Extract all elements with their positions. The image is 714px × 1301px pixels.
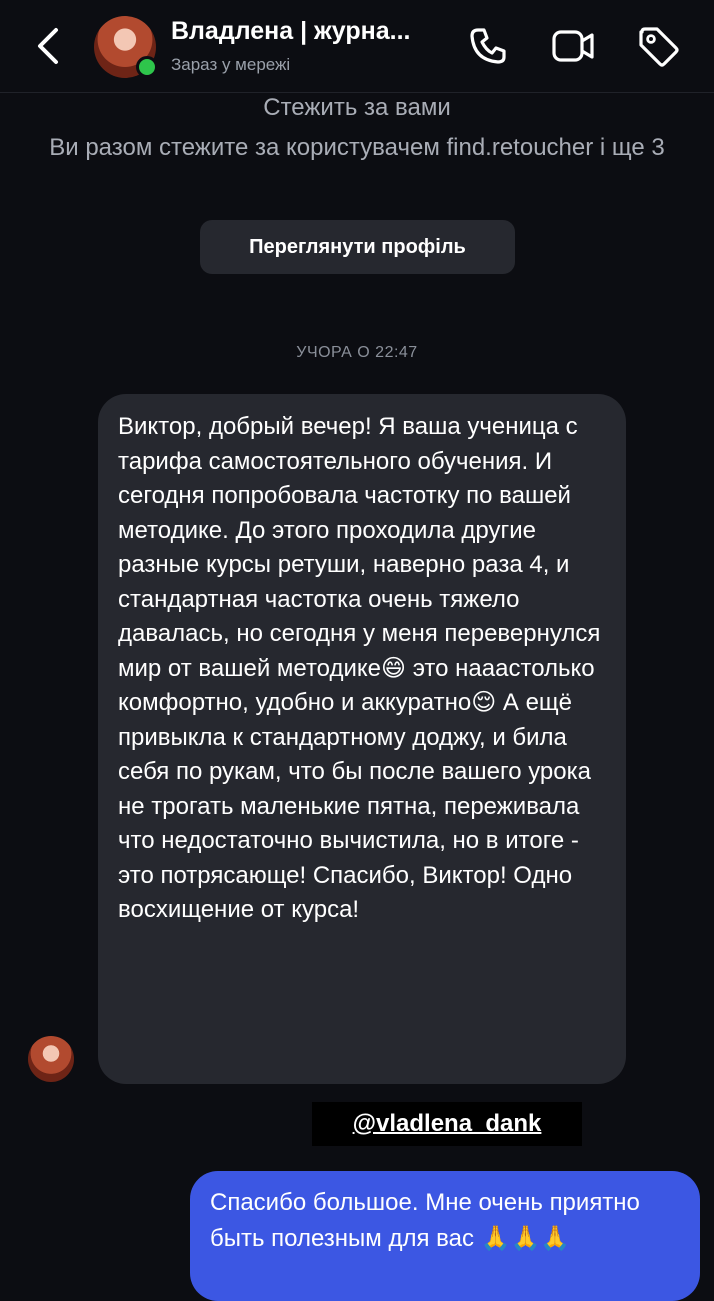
follows-you-label: Стежить за вами bbox=[263, 94, 451, 121]
view-profile-button[interactable]: Переглянути профіль bbox=[200, 220, 515, 274]
incoming-message-bubble[interactable]: Виктор, добрый вечер! Я ваша ученица с т… bbox=[98, 394, 626, 1084]
mutual-follow-text: Ви разом стежите за користувачем find.re… bbox=[49, 134, 665, 161]
online-status-text: Зараз у мережі bbox=[171, 55, 291, 74]
message-timestamp: УЧОРА О 22:47 bbox=[296, 344, 418, 361]
sender-avatar[interactable] bbox=[28, 1036, 74, 1082]
watermark-text: @vladlena_dank bbox=[352, 1110, 542, 1137]
online-status-dot bbox=[136, 56, 158, 78]
video-call-icon[interactable] bbox=[551, 24, 595, 68]
chat-header: Владлена | журна... Зараз у мережі bbox=[0, 0, 714, 93]
back-chevron-icon[interactable] bbox=[30, 24, 70, 68]
tag-icon[interactable] bbox=[636, 24, 680, 68]
outgoing-message-bubble[interactable]: Спасибо большое. Мне очень приятно быть … bbox=[190, 1171, 700, 1301]
phone-icon[interactable] bbox=[466, 24, 510, 68]
watermark-label: @vladlena_dank bbox=[312, 1102, 582, 1146]
chat-title[interactable]: Владлена | журна... bbox=[171, 17, 410, 46]
